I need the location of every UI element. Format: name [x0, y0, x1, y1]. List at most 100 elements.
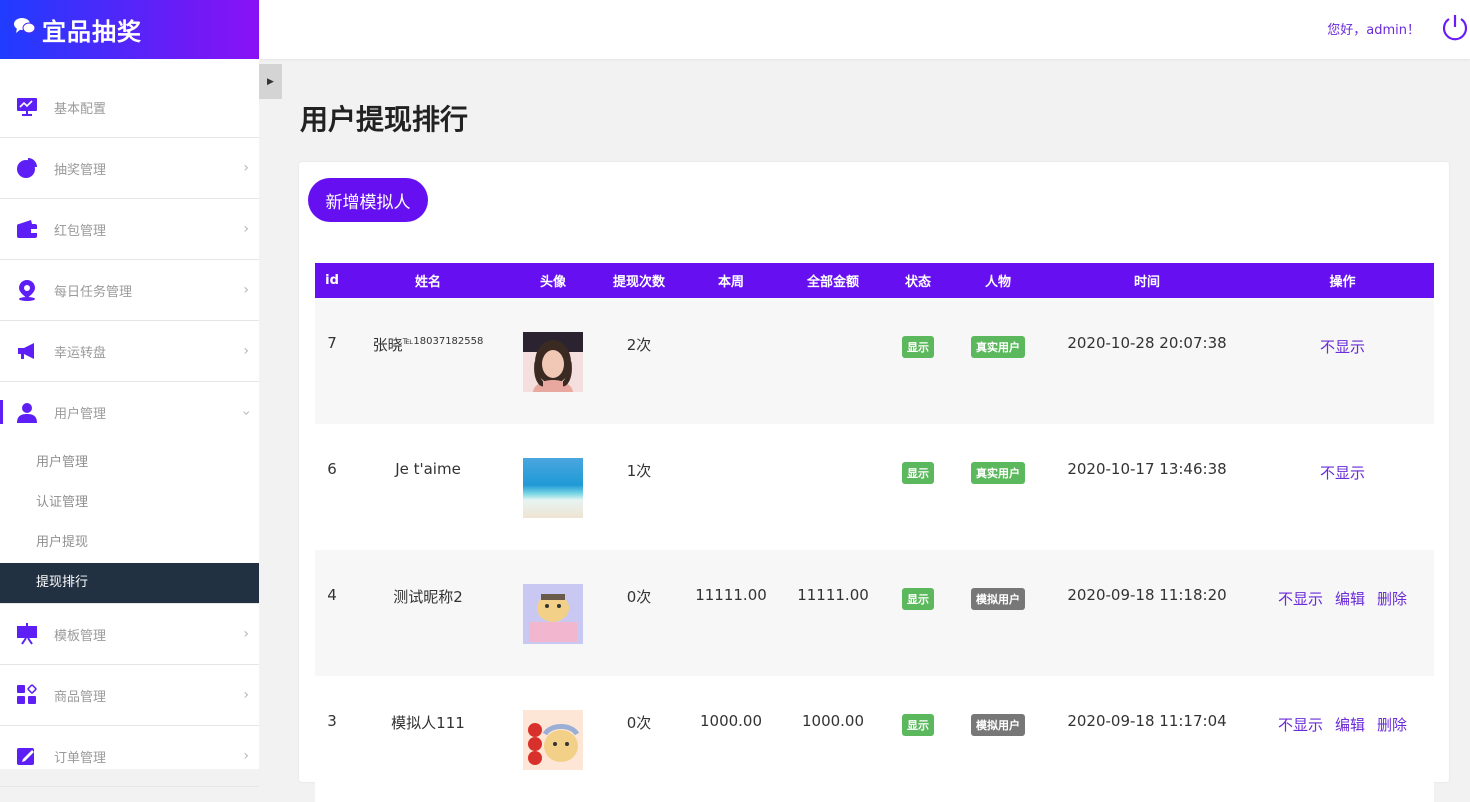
user-name: Je t'aime — [395, 460, 461, 478]
sidebar-item-label: 抽奖管理 — [54, 162, 107, 178]
hide-link[interactable]: 不显示 — [1278, 716, 1323, 734]
brand-header[interactable]: 宜品抽奖 — [0, 0, 259, 59]
chevron-right-icon: › — [243, 748, 249, 764]
hide-link[interactable]: 不显示 — [1320, 338, 1365, 356]
cell-status: 显示 — [883, 550, 953, 676]
col-header-status: 状态 — [883, 263, 953, 298]
avatar-image — [523, 458, 583, 518]
cell-count: 2次 — [599, 298, 679, 424]
chat-icon — [14, 17, 36, 42]
sidebar-subitem-user-withdraw[interactable]: 用户提现 — [0, 523, 259, 563]
col-header-total: 全部金额 — [783, 263, 883, 298]
cell-time: 2020-10-17 13:46:38 — [1043, 424, 1251, 550]
col-header-time: 时间 — [1043, 263, 1251, 298]
sidebar-menu: 基本配置 抽奖管理 › 红包管理 › 每日任务管理 › 幸运转盘 › 用户管理 … — [0, 77, 259, 787]
content-card: 新增模拟人 id 姓名 头像 提现次数 本周 全部金额 状态 人物 时间 操作 … — [299, 162, 1449, 802]
edit-link[interactable]: 编辑 — [1335, 590, 1365, 608]
cell-type: 模拟用户 — [953, 550, 1043, 676]
sidebar-item-basic-config[interactable]: 基本配置 — [0, 77, 259, 138]
cell-time: 2020-09-18 11:18:20 — [1043, 550, 1251, 676]
avatar-image — [523, 710, 583, 770]
user-name: 模拟人111 — [391, 714, 465, 732]
pie-chart-icon — [16, 157, 38, 179]
edit-link[interactable]: 编辑 — [1335, 716, 1365, 734]
sidebar-item-daily-task[interactable]: 每日任务管理 › — [0, 260, 259, 321]
sidebar-subitem-auth-manage[interactable]: 认证管理 — [0, 483, 259, 523]
sidebar-item-templates[interactable]: 模板管理 › — [0, 604, 259, 665]
col-header-name: 姓名 — [349, 263, 507, 298]
hide-link[interactable]: 不显示 — [1320, 464, 1365, 482]
table-row: 6 Je t'aime 1次 显示 真实用户 2020-10-17 13:46:… — [315, 424, 1434, 550]
table-header-row: id 姓名 头像 提现次数 本周 全部金额 状态 人物 时间 操作 — [315, 263, 1434, 298]
cell-name: Je t'aime — [349, 424, 507, 550]
edit-icon — [16, 745, 38, 767]
table-row: 7 张晓℡18037182558 2次 显示 真实用户 2020-10-28 2… — [315, 298, 1434, 424]
cell-week: 1000.00 — [679, 676, 783, 802]
user-name: 张晓 — [372, 336, 403, 354]
col-header-avatar: 头像 — [507, 263, 599, 298]
sidebar-item-lottery[interactable]: 抽奖管理 › — [0, 138, 259, 199]
col-header-type: 人物 — [953, 263, 1043, 298]
cell-id: 3 — [315, 676, 349, 802]
avatar-image — [523, 332, 583, 392]
cell-avatar — [507, 676, 599, 802]
add-simulated-user-button[interactable]: 新增模拟人 — [308, 178, 428, 222]
power-icon[interactable] — [1440, 13, 1470, 43]
cell-count: 1次 — [599, 424, 679, 550]
user-name-phone: ℡18037182558 — [402, 336, 484, 347]
cell-id: 6 — [315, 424, 349, 550]
megaphone-icon — [16, 340, 38, 362]
col-header-actions: 操作 — [1251, 263, 1434, 298]
apps-icon — [16, 684, 38, 706]
cell-avatar — [507, 298, 599, 424]
chevron-right-icon: › — [243, 626, 249, 642]
top-bar: 您好，admin！ — [259, 0, 1470, 59]
sidebar-subitem-withdraw-rank[interactable]: 提现排行 — [0, 563, 259, 603]
cell-type: 真实用户 — [953, 424, 1043, 550]
withdraw-rank-table: id 姓名 头像 提现次数 本周 全部金额 状态 人物 时间 操作 7 张晓℡1… — [315, 263, 1434, 802]
status-badge: 显示 — [902, 462, 934, 484]
sidebar-item-label: 用户管理 — [54, 407, 107, 422]
sidebar-item-lucky-wheel[interactable]: 幸运转盘 › — [0, 321, 259, 382]
monitor-icon — [16, 96, 38, 118]
cell-status: 显示 — [883, 424, 953, 550]
sidebar-item-label: 订单管理 — [54, 750, 107, 766]
cell-total: 11111.00 — [783, 550, 883, 676]
cell-total — [783, 424, 883, 550]
greeting-text[interactable]: 您好，admin！ — [1327, 19, 1420, 38]
delete-link[interactable]: 删除 — [1377, 590, 1407, 608]
sidebar-subitem-user-manage[interactable]: 用户管理 — [0, 443, 259, 483]
user-type-badge: 模拟用户 — [971, 588, 1025, 610]
sidebar-toggle-button[interactable]: ▶ — [259, 64, 282, 99]
cell-id: 7 — [315, 298, 349, 424]
sidebar-item-label: 基本配置 — [54, 101, 107, 117]
cell-time: 2020-09-18 11:17:04 — [1043, 676, 1251, 802]
user-type-badge: 模拟用户 — [971, 714, 1025, 736]
cell-avatar — [507, 424, 599, 550]
cell-status: 显示 — [883, 298, 953, 424]
cell-type: 模拟用户 — [953, 676, 1043, 802]
cell-total: 1000.00 — [783, 676, 883, 802]
status-badge: 显示 — [902, 714, 934, 736]
chevron-down-icon: › — [238, 409, 255, 416]
sidebar-item-redpacket[interactable]: 红包管理 › — [0, 199, 259, 260]
col-header-count: 提现次数 — [599, 263, 679, 298]
user-icon — [16, 402, 38, 424]
sidebar-item-products[interactable]: 商品管理 › — [0, 665, 259, 726]
delete-link[interactable]: 删除 — [1377, 716, 1407, 734]
sidebar-item-users[interactable]: 用户管理 › — [0, 382, 259, 443]
cell-week — [679, 298, 783, 424]
chevron-right-icon: › — [243, 282, 249, 298]
cell-total — [783, 298, 883, 424]
sidebar-item-label: 幸运转盘 — [54, 345, 107, 361]
hide-link[interactable]: 不显示 — [1278, 590, 1323, 608]
avatar-image — [523, 584, 583, 644]
caret-right-icon: ▶ — [267, 76, 274, 87]
user-type-badge: 真实用户 — [971, 462, 1025, 484]
cell-week — [679, 424, 783, 550]
cell-status: 显示 — [883, 676, 953, 802]
cell-actions: 不显示 — [1251, 424, 1434, 550]
sidebar-item-label: 模板管理 — [54, 628, 107, 644]
sidebar-item-orders[interactable]: 订单管理 › — [0, 726, 259, 787]
user-type-badge: 真实用户 — [971, 336, 1025, 358]
